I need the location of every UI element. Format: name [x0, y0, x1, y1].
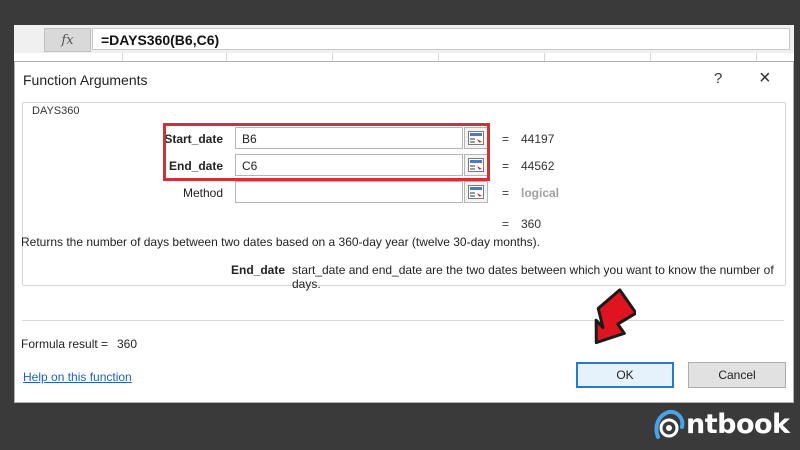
background-frame-left [0, 0, 14, 450]
method-label: Method [182, 186, 223, 200]
ok-button[interactable]: OK [576, 362, 674, 388]
help-icon[interactable]: ? [714, 70, 722, 87]
method-collapse-button[interactable] [464, 181, 488, 203]
logo-mark-icon [654, 409, 685, 439]
range-select-icon [468, 185, 484, 199]
end-date-collapse-button[interactable] [464, 154, 488, 176]
function-description: Returns the number of days between two d… [21, 235, 540, 249]
method-equals: = [502, 186, 510, 200]
fx-icon: fx [61, 32, 74, 48]
red-arrow-icon [594, 288, 636, 345]
overall-result: 360 [521, 217, 542, 231]
method-input[interactable] [235, 181, 463, 203]
background-frame-top [0, 0, 800, 25]
function-arguments-dialog: Function Arguments ? × DAYS360 Start_dat… [14, 61, 794, 403]
end-date-input[interactable]: C6 [235, 154, 463, 176]
background-frame-right [794, 0, 800, 450]
formula-result-label: Formula result = [21, 337, 109, 351]
close-icon[interactable]: × [759, 67, 771, 90]
end-date-label: End_date [168, 159, 223, 173]
start-date-label: Start_date [164, 132, 223, 146]
range-select-icon [468, 158, 484, 172]
argument-help-text: start_date and end_date are the two date… [292, 263, 774, 291]
insert-function-button[interactable]: fx [44, 28, 91, 52]
divider [22, 320, 784, 321]
start-date-input[interactable]: B6 [235, 127, 463, 149]
watermark-logo: ntbook [652, 404, 790, 444]
formula-result-value: 360 [117, 337, 138, 351]
ok-button-label: OK [616, 368, 634, 382]
cancel-button[interactable]: Cancel [688, 362, 786, 388]
end-date-equals: = [502, 159, 510, 173]
formula-input[interactable]: =DAYS360(B6,C6) [92, 28, 790, 50]
end-date-result: 44562 [521, 159, 555, 173]
logo-text: ntbook [686, 408, 790, 440]
help-on-function-link[interactable]: Help on this function [23, 370, 132, 384]
function-name-label: DAYS360 [30, 105, 82, 117]
range-select-icon [468, 131, 484, 145]
argument-help-name: End_date [231, 263, 286, 277]
dialog-title: Function Arguments [23, 72, 148, 88]
formula-bar: fx =DAYS360(B6,C6) [14, 25, 794, 54]
overall-equals: = [502, 217, 510, 231]
start-date-result: 44197 [521, 132, 555, 146]
start-date-collapse-button[interactable] [464, 127, 488, 149]
method-result: logical [521, 186, 560, 200]
start-date-equals: = [502, 132, 510, 146]
cancel-button-label: Cancel [718, 368, 756, 382]
